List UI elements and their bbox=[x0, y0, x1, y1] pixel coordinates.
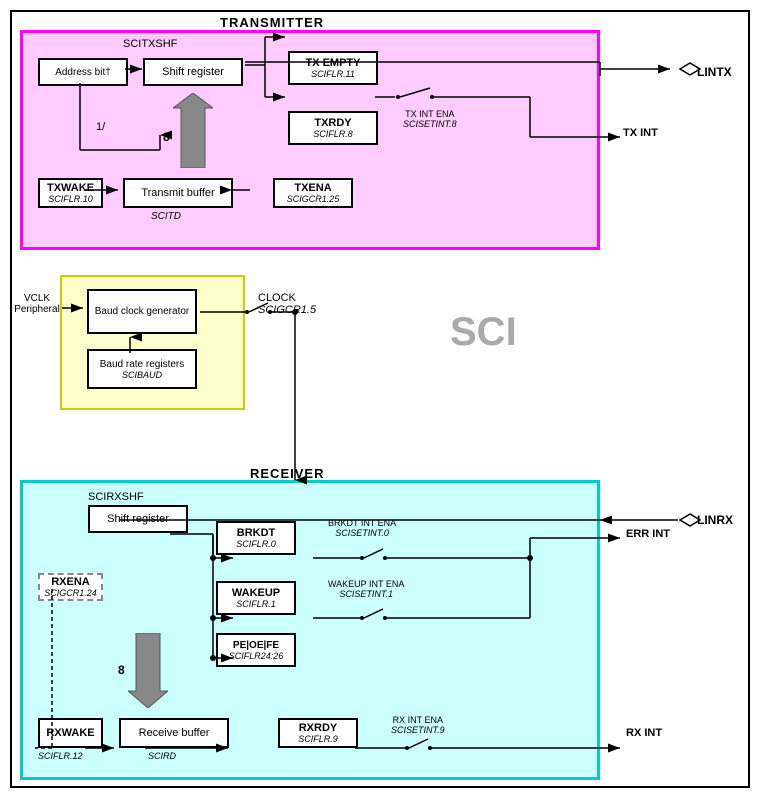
transmitter-box: SCITXSHF Address bit† Shift register TX … bbox=[20, 30, 600, 250]
scirxshf-label: SCIRXSHF bbox=[88, 491, 144, 503]
sci-diagram: TRANSMITTER SCITXSHF Address bit† Shift … bbox=[0, 0, 763, 798]
linrx-label: LINRX bbox=[697, 513, 733, 527]
scitxshf-label: SCITXSHF bbox=[123, 38, 177, 50]
sci-label: SCI bbox=[450, 310, 517, 355]
receive-buffer-box: Receive buffer bbox=[119, 718, 229, 748]
clock-label: CLOCK SCIGCR1.5 bbox=[258, 292, 316, 316]
baud-rate-box: Baud rate registers SCIBAUD bbox=[87, 349, 197, 389]
tx-int-label: TX INT bbox=[623, 127, 658, 139]
shift-register-tx: Shift register bbox=[143, 58, 243, 86]
transmitter-label: TRANSMITTER bbox=[220, 15, 324, 30]
rx-int-ena: RX INT ENA SCISETINT.9 bbox=[391, 715, 445, 735]
rx-shift-arrow bbox=[128, 633, 168, 708]
rxena-box: RXENA SCIGCR1.24 bbox=[38, 573, 103, 601]
shift-register-rx: Shift register bbox=[88, 505, 188, 533]
tx-shift-arrow bbox=[173, 93, 213, 168]
tx-empty-box: TX EMPTY SCIFLR.11 bbox=[288, 51, 378, 85]
baud-clock-box: Baud clock generator bbox=[87, 289, 197, 334]
tx-arrow-8: 8 bbox=[163, 130, 170, 144]
tx-arrow-1: 1/ bbox=[96, 121, 105, 133]
receiver-label: RECEIVER bbox=[250, 466, 324, 481]
txrdy-box: TXRDY SCIFLR.8 bbox=[288, 111, 378, 145]
err-int-label: ERR INT bbox=[626, 528, 670, 540]
tx-int-ena-label: TX INT ENA SCISETINT.8 bbox=[403, 109, 457, 129]
scitd-label: SCITD bbox=[151, 211, 181, 222]
vclk-label: VCLKPeripheral bbox=[12, 293, 62, 315]
pe-oe-fe-box: PE|OE|FE SCIFLR24:26 bbox=[216, 633, 296, 667]
txwake-box: TXWAKE SCIFLR.10 bbox=[38, 178, 103, 208]
wakeup-int-ena: WAKEUP INT ENA SCISETINT.1 bbox=[328, 579, 404, 599]
baud-area: Baud clock generator Baud rate registers… bbox=[60, 275, 245, 410]
rx-int-label: RX INT bbox=[626, 727, 662, 739]
rx-arrow-8: 8 bbox=[118, 663, 125, 677]
rxwake-reg: SCIFLR.12 bbox=[38, 751, 83, 761]
brkdt-int-ena: BRKDT INT ENA SCISETINT.0 bbox=[328, 518, 396, 538]
scird-label: SCIRD bbox=[148, 751, 176, 761]
rxrdy-box: RXRDY SCIFLR.9 bbox=[278, 718, 358, 748]
transmit-buffer-box: Transmit buffer bbox=[123, 178, 233, 208]
brkdt-box: BRKDT SCIFLR.0 bbox=[216, 521, 296, 555]
address-bit-box: Address bit† bbox=[38, 58, 128, 86]
receiver-box: SCIRXSHF Shift register BRKDT SCIFLR.0 B… bbox=[20, 480, 600, 780]
wakeup-box: WAKEUP SCIFLR.1 bbox=[216, 581, 296, 615]
txena-box: TXENA SCIGCR1.25 bbox=[273, 178, 353, 208]
lintx-label: LINTX bbox=[697, 65, 732, 79]
rxwake-box: RXWAKE bbox=[38, 718, 103, 748]
